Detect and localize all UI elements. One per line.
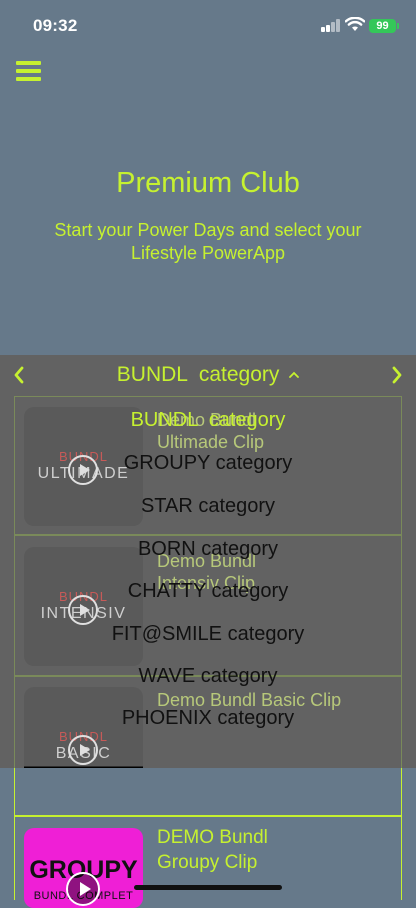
page-title: Premium Club [116, 167, 300, 199]
dropdown-option[interactable]: BORN category [0, 538, 416, 561]
dropdown-option[interactable]: FIT@SMILE category [0, 623, 416, 646]
home-indicator[interactable] [134, 885, 282, 890]
play-icon[interactable] [66, 872, 100, 906]
chevron-right-icon[interactable] [390, 364, 404, 392]
category-bar: BUNDL category [0, 358, 416, 396]
list-continuation: GROUPY BUNDL COMPLET DEMO Bundl Groupy C… [0, 768, 416, 908]
category-select-label: BUNDL category [116, 363, 280, 386]
card-title-line: Ultimade Clip [157, 432, 265, 452]
dropdown-option[interactable]: BUNDL category [0, 409, 416, 432]
hamburger-icon[interactable] [16, 61, 41, 81]
card-border [14, 768, 402, 816]
dropdown-option[interactable]: WAVE category [0, 665, 416, 688]
page-subtitle: Start your Power Days and select your Li… [54, 220, 362, 263]
play-icon[interactable] [68, 735, 98, 765]
dropdown-option[interactable]: CHATTY category [0, 580, 416, 603]
status-time: 09:32 [33, 16, 78, 35]
dropdown-option[interactable]: GROUPY category [0, 452, 416, 475]
card-title: DEMO Bundl Groupy Clip [157, 825, 268, 875]
dropdown-option[interactable]: STAR category [0, 495, 416, 518]
video-thumbnail[interactable]: GROUPY BUNDL COMPLET [24, 828, 143, 908]
status-bar: 09:32 99 [0, 0, 416, 54]
card-title-line: DEMO Bundl [157, 827, 268, 848]
signal-icon [321, 19, 341, 32]
card-title-line: Groupy Clip [157, 852, 258, 873]
video-thumbnail[interactable]: BUNDL INTENSIV [24, 547, 143, 666]
battery-icon: 99 [369, 19, 399, 33]
category-select[interactable]: BUNDL category [0, 363, 416, 387]
dropdown-option[interactable]: PHOENIX category [0, 707, 416, 730]
chevron-up-icon [289, 366, 300, 381]
wifi-icon [344, 16, 366, 37]
